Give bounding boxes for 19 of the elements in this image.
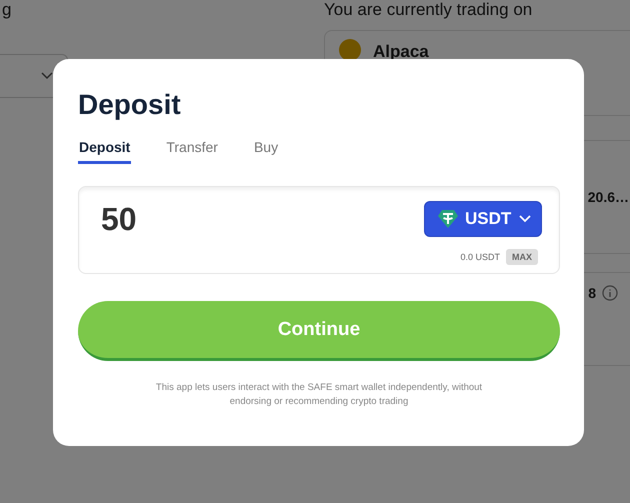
tab[interactable]: Transfer	[165, 139, 219, 164]
coin-icon	[339, 39, 361, 61]
tab[interactable]: Buy	[252, 139, 280, 164]
stat-value: 8	[588, 285, 596, 301]
max-button[interactable]: MAX	[506, 249, 538, 265]
chevron-down-icon	[519, 215, 531, 223]
currency-button[interactable]: USDT	[424, 201, 542, 237]
section-heading: You are currently trading on	[324, 0, 534, 20]
token-icon	[437, 209, 459, 229]
tab[interactable]: Deposit	[78, 139, 132, 164]
page-heading: g	[2, 0, 12, 20]
balance-text: 0.0 USDT	[460, 252, 500, 262]
dialog-title: Deposit	[78, 89, 182, 121]
amount-field[interactable]: 50	[101, 201, 221, 237]
info-icon[interactable]	[602, 285, 618, 301]
disclaimer-text: This app lets users interact with the SAFE smart wallet independently, without endorsing or recommending crypto trading	[154, 381, 484, 409]
chevron-down-icon	[41, 72, 53, 80]
broker-name: Alpaca	[373, 42, 429, 62]
stat-value: 20.6…	[588, 189, 629, 205]
